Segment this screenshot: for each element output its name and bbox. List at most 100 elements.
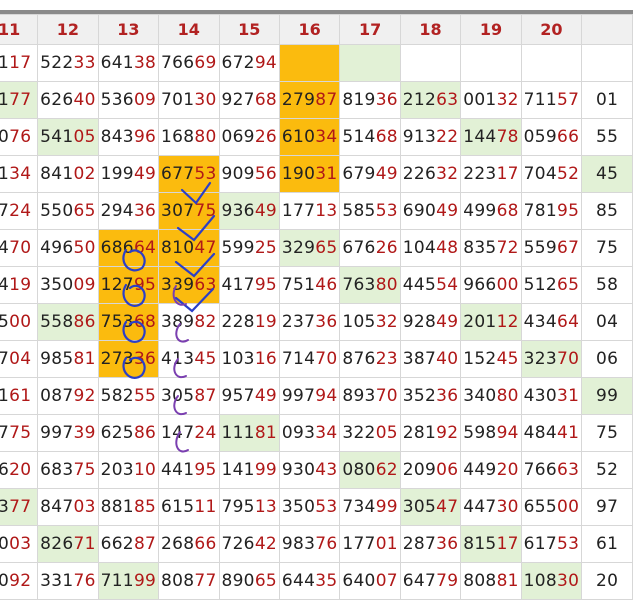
number-cell: 22317 [460,155,522,193]
number-cell: 10316 [218,340,280,378]
number-cell [520,44,583,82]
number-cell: 06 [581,340,633,378]
number-cell: 75368 [97,303,160,341]
number-cell: 51265 [520,266,583,304]
column-header: 15 [218,14,280,45]
number-cell: 98581 [37,340,99,378]
table-row: 8377847038818561511795133505373499305474… [0,488,633,526]
column-header: 18 [399,14,462,45]
table-row: 2419350091279533963417957514676380445549… [0,266,633,304]
number-cell: 88185 [97,488,160,526]
number-cell: 23736 [278,303,341,341]
number-cell: 7724 [0,192,39,230]
number-cell: 8775 [0,414,39,452]
number-cell: 90956 [218,155,280,193]
column-header: 12 [37,14,99,45]
number-table: 11121314151617181920 2117522336413876669… [0,14,633,600]
column-header: 17 [339,14,401,45]
number-cell: 67753 [158,155,220,193]
number-cell: 32370 [520,340,583,378]
number-cell: 12795 [97,266,160,304]
number-cell: 65500 [520,488,583,526]
number-cell: 62640 [37,81,99,119]
number-cell: 49650 [37,229,99,267]
number-cell: 64007 [339,562,401,600]
number-cell: 52233 [37,44,99,82]
number-cell: 2003 [0,525,39,563]
number-cell: 43031 [520,377,583,415]
number-cell: 29436 [97,192,160,230]
column-header [581,14,633,45]
number-cell: 08792 [37,377,99,415]
number-cell: 92768 [218,81,280,119]
number-cell: 64138 [97,44,160,82]
number-cell: 81517 [460,525,522,563]
number-cell: 75146 [278,266,341,304]
number-cell: 41795 [218,266,280,304]
number-cell: 35236 [399,377,462,415]
number-cell: 93649 [218,192,280,230]
number-cell: 05966 [520,118,583,156]
number-cell: 80881 [460,562,522,600]
number-cell: 52 [581,451,633,489]
number-cell: 71157 [520,81,583,119]
number-cell: 32205 [339,414,401,452]
number-cell: 8500 [0,303,39,341]
number-cell: 67949 [339,155,401,193]
number-cell: 04 [581,303,633,341]
number-cell: 99 [581,377,633,415]
number-cell: 8377 [0,488,39,526]
table-row: 0177626405360970130927682798781936212630… [0,81,633,119]
number-cell [278,44,341,82]
number-cell: 73499 [339,488,401,526]
number-cell: 76380 [339,266,401,304]
number-cell: 21263 [399,81,462,119]
table-row: 5161087925825530587957499979489370352363… [0,377,633,415]
number-cell: 62586 [97,414,160,452]
number-cell: 87623 [339,340,401,378]
number-cell: 99739 [37,414,99,452]
number-cell: 61753 [520,525,583,563]
number-grid: 11121314151617181920 2117522336413876669… [0,14,633,600]
table-row: 7724550652943630775936491771358553690494… [0,192,633,230]
number-cell: 59894 [460,414,522,452]
number-cell: 67626 [339,229,401,267]
number-cell: 91322 [399,118,462,156]
number-cell: 20310 [97,451,160,489]
number-cell: 28192 [399,414,462,452]
number-cell: 83572 [460,229,522,267]
number-cell: 70452 [520,155,583,193]
number-cell: 68375 [37,451,99,489]
column-header: 16 [278,14,341,45]
number-cell: 5161 [0,377,39,415]
number-cell: 10532 [339,303,401,341]
number-cell: 96600 [460,266,522,304]
number-cell: 70130 [158,81,220,119]
header-row: 11 12 13 14 15 16 17 18 19 20 [0,14,633,45]
number-cell: 15245 [460,340,522,378]
number-cell: 00132 [460,81,522,119]
number-cell: 7470 [0,229,39,267]
number-cell: 43464 [520,303,583,341]
number-cell: 11181 [218,414,280,452]
number-cell: 10448 [399,229,462,267]
number-cell: 54105 [37,118,99,156]
column-header: 11 [0,14,39,45]
number-cell: 0177 [0,81,39,119]
number-cell: 44195 [158,451,220,489]
number-cell: 61511 [158,488,220,526]
number-cell: 28736 [399,525,462,563]
number-cell: 53609 [97,81,160,119]
column-header: 13 [97,14,160,45]
number-cell: 0620 [0,451,39,489]
number-cell: 7704 [0,340,39,378]
number-cell: 2419 [0,266,39,304]
table-row: 9092331767119980877890656443564007647798… [0,562,633,600]
table-body: 2117522336413876669672940177626405360970… [0,44,633,600]
number-cell: 8076 [0,118,39,156]
number-cell: 99794 [278,377,341,415]
number-cell: 58 [581,266,633,304]
number-cell: 58553 [339,192,401,230]
number-cell: 61 [581,525,633,563]
number-cell: 20 [581,562,633,600]
